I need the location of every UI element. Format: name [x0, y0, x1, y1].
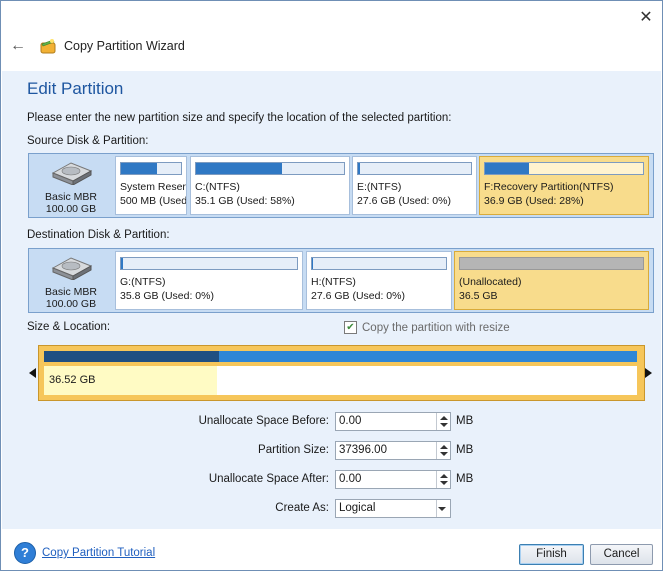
- partition-name: E:(NTFS): [357, 181, 402, 193]
- after-value[interactable]: 0.00: [339, 473, 361, 485]
- size-row: Partition Size: 37396.00 MB: [1, 441, 663, 461]
- partition-size: 36.5 GB: [459, 290, 498, 302]
- resize-checkbox[interactable]: ✔: [344, 321, 357, 334]
- source-disk-map: Basic MBR 100.00 GB System Reserv 500 MB…: [28, 153, 654, 218]
- source-partition[interactable]: C:(NTFS) 35.1 GB (Used: 58%): [190, 156, 350, 215]
- cancel-button[interactable]: Cancel: [590, 544, 653, 565]
- after-label: Unallocate Space After:: [208, 473, 329, 485]
- destination-partition[interactable]: H:(NTFS) 27.6 GB (Used: 0%): [306, 251, 452, 310]
- usage-bar: [120, 257, 298, 270]
- slider-size-text: 36.52 GB: [49, 374, 96, 386]
- spinner-buttons[interactable]: [436, 413, 450, 430]
- after-row: Unallocate Space After: 0.00 MB: [1, 470, 663, 490]
- partition-size: 35.8 GB (Used: 0%): [120, 290, 214, 302]
- unit-label: MB: [456, 473, 474, 485]
- usage-fill: [121, 163, 157, 174]
- disk-type: Basic MBR: [45, 191, 97, 203]
- slider-used-portion: [44, 351, 219, 362]
- hard-disk-icon: [51, 162, 93, 185]
- finish-button[interactable]: Finish: [519, 544, 584, 565]
- create-as-label: Create As:: [275, 502, 329, 514]
- usage-fill: [196, 163, 282, 174]
- partition-name: (Unallocated): [459, 276, 522, 288]
- partition-name: F:Recovery Partition(NTFS): [484, 181, 614, 193]
- disk-type: Basic MBR: [45, 286, 97, 298]
- resize-checkbox-row[interactable]: ✔ Copy the partition with resize: [344, 321, 510, 334]
- usage-fill: [312, 258, 314, 269]
- partition-size: 27.6 GB (Used: 0%): [357, 195, 451, 207]
- after-spinner[interactable]: 0.00: [335, 470, 451, 489]
- title-bar: ← Copy Partition Wizard: [9, 35, 185, 57]
- size-location-label: Size & Location:: [27, 321, 111, 333]
- before-row: Unallocate Space Before: 0.00 MB: [1, 412, 663, 432]
- source-partition-selected[interactable]: F:Recovery Partition(NTFS) 36.9 GB (Used…: [479, 156, 649, 215]
- hard-disk-icon: [51, 257, 93, 280]
- size-label: Partition Size:: [258, 444, 329, 456]
- wizard-icon: [40, 39, 56, 54]
- unallocated-bar: [459, 257, 644, 270]
- partition-size: 36.9 GB (Used: 28%): [484, 195, 584, 207]
- source-partition[interactable]: E:(NTFS) 27.6 GB (Used: 0%): [352, 156, 477, 215]
- destination-disk-info: Basic MBR 100.00 GB: [29, 249, 113, 312]
- usage-bar: [195, 162, 345, 175]
- spin-down-icon[interactable]: [440, 481, 448, 485]
- slider-partition-area[interactable]: 36.52 GB: [44, 366, 637, 395]
- window-title: Copy Partition Wizard: [64, 39, 185, 53]
- partition-size: 500 MB (Used:: [120, 195, 187, 207]
- partition-name: G:(NTFS): [120, 276, 166, 288]
- partition-size: 27.6 GB (Used: 0%): [311, 290, 405, 302]
- usage-bar: [484, 162, 644, 175]
- size-location-slider[interactable]: 36.52 GB: [38, 345, 645, 401]
- slider-left-handle-icon[interactable]: [29, 368, 36, 378]
- usage-fill: [121, 258, 123, 269]
- destination-disk-label: Destination Disk & Partition:: [27, 229, 170, 241]
- unit-label: MB: [456, 415, 474, 427]
- create-as-value: Logical: [339, 502, 376, 514]
- partition-name: H:(NTFS): [311, 276, 356, 288]
- chevron-down-icon[interactable]: [438, 507, 446, 511]
- page-description: Please enter the new partition size and …: [27, 112, 452, 124]
- spin-down-icon[interactable]: [440, 423, 448, 427]
- spinner-buttons[interactable]: [436, 442, 450, 459]
- partition-name: C:(NTFS): [195, 181, 240, 193]
- resize-checkbox-label: Copy the partition with resize: [362, 321, 510, 334]
- spinner-buttons[interactable]: [436, 471, 450, 488]
- close-icon[interactable]: ✕: [637, 9, 655, 27]
- size-spinner[interactable]: 37396.00: [335, 441, 451, 460]
- source-disk-info: Basic MBR 100.00 GB: [29, 154, 113, 217]
- back-arrow-icon[interactable]: ←: [9, 37, 27, 55]
- tutorial-link[interactable]: Copy Partition Tutorial: [42, 547, 155, 559]
- create-as-row: Create As: Logical: [1, 499, 663, 519]
- slider-usage-strip: [44, 351, 637, 362]
- usage-bar: [120, 162, 182, 175]
- disk-size: 100.00 GB: [45, 298, 97, 310]
- spin-up-icon[interactable]: [440, 416, 448, 420]
- help-icon[interactable]: ?: [14, 542, 36, 564]
- spin-down-icon[interactable]: [440, 452, 448, 456]
- partition-name: System Reserv: [120, 181, 187, 193]
- dropdown-button[interactable]: [436, 500, 450, 517]
- before-label: Unallocate Space Before:: [198, 415, 329, 427]
- usage-fill: [485, 163, 530, 174]
- usage-bar: [311, 257, 447, 270]
- destination-partition-selected[interactable]: (Unallocated) 36.5 GB: [454, 251, 649, 310]
- before-spinner[interactable]: 0.00: [335, 412, 451, 431]
- destination-partition[interactable]: G:(NTFS) 35.8 GB (Used: 0%): [115, 251, 303, 310]
- source-partition[interactable]: System Reserv 500 MB (Used:: [115, 156, 187, 215]
- destination-disk-map: Basic MBR 100.00 GB G:(NTFS) 35.8 GB (Us…: [28, 248, 654, 313]
- size-value[interactable]: 37396.00: [339, 444, 387, 456]
- disk-size: 100.00 GB: [45, 203, 97, 215]
- create-as-dropdown[interactable]: Logical: [335, 499, 451, 518]
- before-value[interactable]: 0.00: [339, 415, 361, 427]
- partition-size: 35.1 GB (Used: 58%): [195, 195, 295, 207]
- unit-label: MB: [456, 444, 474, 456]
- usage-bar: [357, 162, 472, 175]
- usage-fill: [358, 163, 361, 174]
- source-disk-label: Source Disk & Partition:: [27, 135, 149, 147]
- page-title: Edit Partition: [27, 79, 124, 98]
- slider-right-handle-icon[interactable]: [645, 368, 652, 378]
- wizard-window: ✕ ← Copy Partition Wizard Edit Partition…: [0, 0, 663, 571]
- spin-up-icon[interactable]: [440, 445, 448, 449]
- spin-up-icon[interactable]: [440, 474, 448, 478]
